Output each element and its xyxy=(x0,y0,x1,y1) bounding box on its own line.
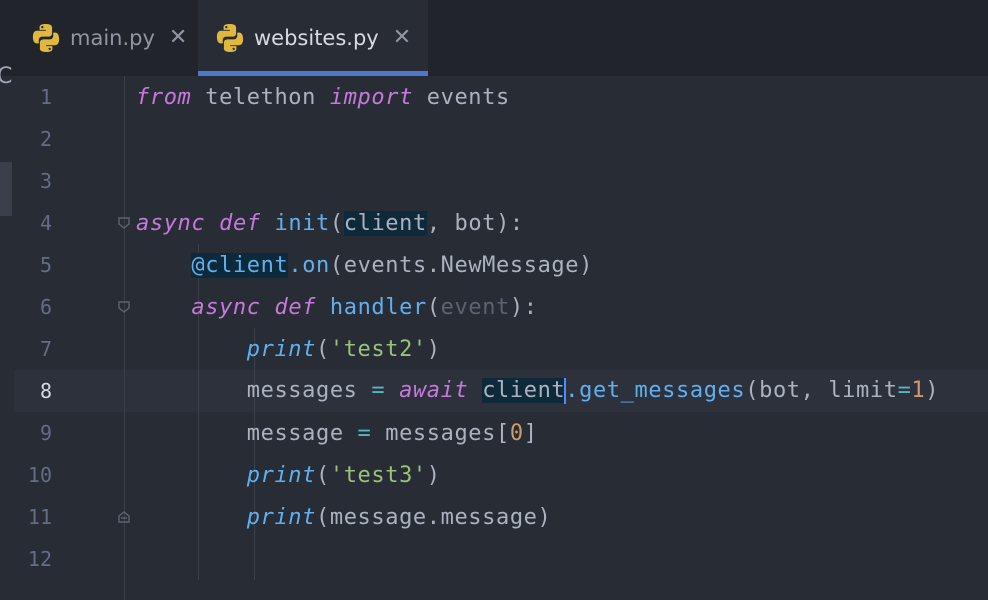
line-number: 7 xyxy=(39,337,52,361)
code-editor[interactable]: 1 from telethon import events 2 3 4 asyn… xyxy=(0,76,988,600)
code-line-6[interactable]: 6 async def handler(event): xyxy=(0,286,988,328)
line-number: 5 xyxy=(39,253,52,277)
line-number: 4 xyxy=(39,211,52,235)
code-line-3[interactable]: 3 xyxy=(0,160,988,202)
code-line-1[interactable]: 1 from telethon import events xyxy=(0,76,988,118)
line-number: 9 xyxy=(39,421,52,445)
code-line-7[interactable]: 7 print('test2') xyxy=(0,328,988,370)
python-icon xyxy=(32,24,60,52)
code-line-11[interactable]: 11 print(message.message) xyxy=(0,496,988,538)
code-line-2[interactable]: 2 xyxy=(0,118,988,160)
fold-open-icon[interactable] xyxy=(117,300,131,314)
fold-open-icon[interactable] xyxy=(117,216,131,230)
tab-label: main.py xyxy=(70,26,155,50)
line-number: 6 xyxy=(39,295,52,319)
code-text: print('test3') xyxy=(246,462,441,488)
tab-main-py[interactable]: main.py ✕ xyxy=(0,0,198,76)
line-number: 11 xyxy=(27,505,52,529)
code-text: async def handler(event): xyxy=(191,294,538,320)
code-text: message = messages[0] xyxy=(136,420,538,446)
line-number: 3 xyxy=(39,169,52,193)
code-line-4[interactable]: 4 async def init(client, bot): xyxy=(0,202,988,244)
code-line-12[interactable]: 12 xyxy=(0,538,988,580)
code-text: from telethon import events xyxy=(136,84,510,110)
code-text: async def init(client, bot): xyxy=(136,210,524,236)
tab-websites-py[interactable]: websites.py ✕ xyxy=(198,0,428,76)
tab-bar: main.py ✕ websites.py ✕ xyxy=(0,0,988,76)
line-number: 12 xyxy=(27,547,52,571)
tab-label: websites.py xyxy=(254,26,379,50)
line-number: 2 xyxy=(39,127,52,151)
line-number: 1 xyxy=(39,85,52,109)
close-icon[interactable]: ✕ xyxy=(169,27,187,49)
code-line-8[interactable]: 8 messages = await client.get_messages(b… xyxy=(0,370,988,412)
close-icon[interactable]: ✕ xyxy=(393,27,411,49)
python-icon xyxy=(216,24,244,52)
fold-end-icon[interactable] xyxy=(117,510,131,524)
line-number: 10 xyxy=(27,463,52,487)
code-text: print('test2') xyxy=(246,336,441,362)
line-number: 8 xyxy=(39,379,52,403)
code-text: @client.on(events.NewMessage) xyxy=(191,252,593,278)
code-text: messages = await client.get_messages(bot… xyxy=(136,378,940,404)
code-text: print(message.message) xyxy=(246,504,552,530)
code-line-9[interactable]: 9 message = messages[0] xyxy=(0,412,988,454)
code-line-10[interactable]: 10 print('test3') xyxy=(0,454,988,496)
code-line-5[interactable]: 5 @client.on(events.NewMessage) xyxy=(0,244,988,286)
